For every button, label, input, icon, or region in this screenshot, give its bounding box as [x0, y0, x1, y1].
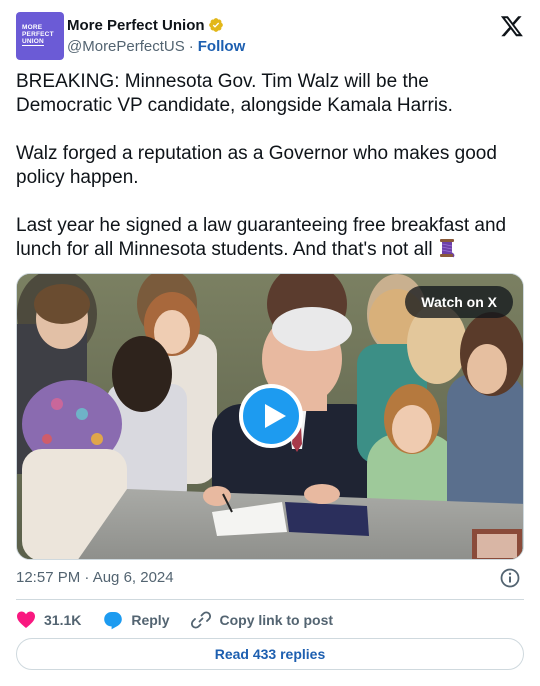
watch-on-x-button[interactable]: Watch on X: [405, 286, 513, 318]
link-icon: [191, 611, 212, 629]
tweet-header: MORE PERFECT UNION More Perfect Union @M…: [16, 12, 524, 60]
tweet-paragraph-3-wrap: Last year he signed a law guaranteeing f…: [16, 214, 530, 262]
tweet-card: MORE PERFECT UNION More Perfect Union @M…: [0, 0, 540, 686]
tweet-text: BREAKING: Minnesota Gov. Tim Walz will b…: [16, 70, 530, 262]
tweet-paragraph-1: BREAKING: Minnesota Gov. Tim Walz will b…: [16, 71, 453, 116]
author-info: More Perfect Union @MorePerfectUS · Foll…: [67, 16, 245, 56]
author-display-name[interactable]: More Perfect Union: [67, 17, 205, 34]
verified-badge-icon: [208, 18, 223, 32]
info-icon[interactable]: [500, 568, 520, 588]
play-button[interactable]: [239, 384, 303, 448]
action-bar: 31.1K Reply Copy link to post: [16, 608, 524, 632]
divider: [16, 599, 524, 600]
read-replies-button[interactable]: Read 433 replies: [16, 638, 524, 670]
copy-link-button[interactable]: Copy link to post: [191, 610, 333, 630]
play-icon: [265, 404, 286, 428]
avatar[interactable]: MORE PERFECT UNION: [16, 12, 64, 60]
avatar-line-3: UNION: [22, 38, 44, 46]
heart-icon: [17, 611, 35, 628]
video-player[interactable]: Watch on X: [16, 273, 524, 560]
reply-button[interactable]: Reply: [103, 610, 169, 630]
separator-dot: ·: [188, 37, 194, 55]
reply-label: Reply: [131, 612, 170, 628]
tweet-paragraph-2: Walz forged a reputation as a Governor w…: [16, 143, 497, 188]
like-button[interactable]: 31.1K: [16, 610, 81, 630]
timestamp[interactable]: 12:57 PM · Aug 6, 2024: [16, 569, 174, 586]
avatar-line-2: PERFECT: [22, 31, 54, 38]
tweet-paragraph-3: Last year he signed a law guaranteeing f…: [16, 215, 507, 260]
x-logo-icon[interactable]: [500, 14, 524, 38]
author-handle[interactable]: @MorePerfectUS: [67, 38, 185, 55]
follow-button[interactable]: Follow: [198, 38, 246, 55]
avatar-line-1: MORE: [22, 24, 43, 31]
reply-bubble-icon: [104, 612, 123, 630]
timestamp-row: 12:57 PM · Aug 6, 2024: [16, 568, 524, 588]
like-count: 31.1K: [44, 612, 82, 628]
thread-spool-emoji-icon: [439, 239, 455, 258]
copy-link-label: Copy link to post: [219, 612, 334, 628]
